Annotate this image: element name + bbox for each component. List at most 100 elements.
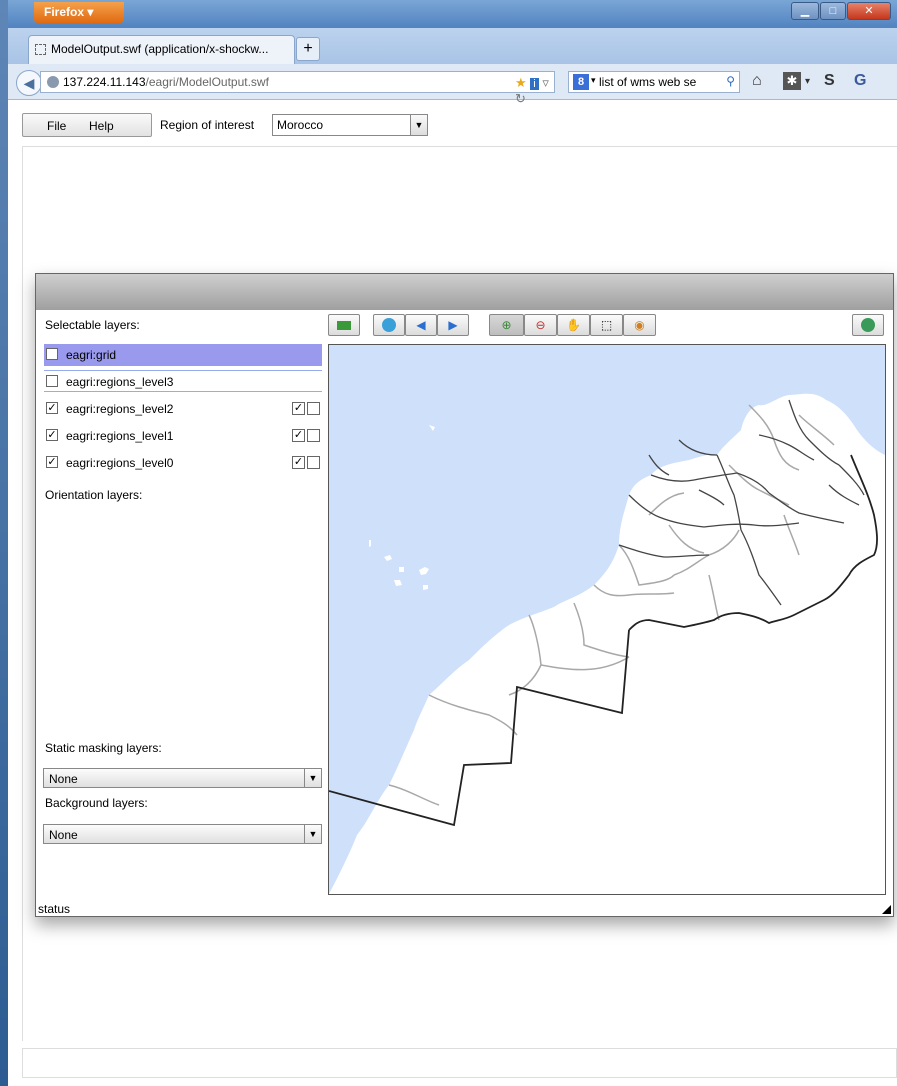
- pan-button[interactable]: ✋: [557, 314, 590, 336]
- static-masking-select[interactable]: None ▼: [43, 768, 322, 788]
- help-menu[interactable]: Help: [89, 119, 114, 133]
- select-button[interactable]: ⬚: [590, 314, 623, 336]
- close-button[interactable]: ✕: [847, 2, 891, 20]
- layer-row-regions-level0[interactable]: ✓ eagri:regions_level0 ✓: [44, 452, 322, 474]
- resize-handle[interactable]: [882, 905, 891, 914]
- option-checkbox[interactable]: ✓: [292, 402, 305, 415]
- layer-row-regions-level1[interactable]: ✓ eagri:regions_level1 ✓: [44, 425, 322, 447]
- panel-header[interactable]: [36, 274, 893, 310]
- background-layers-label: Background layers:: [45, 796, 148, 810]
- zoom-out-button[interactable]: ⊖: [524, 314, 557, 336]
- next-extent-button[interactable]: ▶: [437, 314, 469, 336]
- map-view[interactable]: [328, 344, 886, 895]
- identify-icon: ◉: [634, 318, 645, 332]
- page-icon: [35, 44, 46, 55]
- url-path: /eagri/ModelOutput.swf: [145, 75, 269, 89]
- morocco-map: [329, 345, 885, 894]
- map-panel: Selectable layers: eagri:grid eagri:regi…: [35, 273, 894, 917]
- layer-options: ✓: [292, 402, 322, 415]
- region-value: Morocco: [277, 118, 324, 132]
- gmail-addon-icon[interactable]: G: [854, 72, 866, 90]
- add-layer-button[interactable]: [852, 314, 884, 336]
- layer-options: ✓: [292, 456, 322, 469]
- tab-modeloutput[interactable]: ModelOutput.swf (application/x-shockw...: [28, 35, 295, 64]
- chevron-down-icon[interactable]: ▼: [304, 825, 321, 843]
- zoom-out-icon: ⊖: [535, 318, 546, 332]
- layers-button[interactable]: [328, 314, 360, 336]
- layer-name: eagri:regions_level2: [66, 402, 174, 416]
- google-icon[interactable]: 8: [573, 74, 589, 90]
- maximize-button[interactable]: □: [820, 2, 846, 20]
- file-menu[interactable]: File: [47, 119, 66, 133]
- chevron-down-icon[interactable]: ▼: [304, 769, 321, 787]
- full-extent-button[interactable]: [373, 314, 405, 336]
- hand-icon: ✋: [566, 318, 581, 332]
- select-pointer-icon: ⬚: [600, 318, 613, 332]
- navigation-bar: ◀ 137.224.11.143/eagri/ModelOutput.swf ★…: [8, 64, 897, 106]
- addon-dropdown-icon[interactable]: ▾: [805, 76, 810, 87]
- region-select[interactable]: Morocco ▼: [272, 114, 428, 136]
- new-tab-button[interactable]: +: [296, 37, 320, 61]
- globe-add-icon: [861, 318, 875, 332]
- layer-checkbox[interactable]: ✓: [46, 429, 58, 441]
- chevron-down-icon[interactable]: ▼: [410, 115, 427, 135]
- globe-icon: [382, 318, 396, 332]
- layer-checkbox[interactable]: [46, 348, 58, 360]
- info-icon[interactable]: i: [530, 78, 539, 90]
- option-checkbox[interactable]: [307, 429, 320, 442]
- layer-row-grid[interactable]: eagri:grid: [44, 344, 322, 366]
- option-checkbox[interactable]: ✓: [292, 456, 305, 469]
- search-engine-dropdown-icon[interactable]: ▾: [591, 75, 596, 86]
- back-arrow-icon: ◀: [23, 75, 35, 91]
- layer-name: eagri:grid: [66, 348, 117, 362]
- layer-name: eagri:regions_level3: [66, 375, 174, 389]
- addon-icon[interactable]: ✱: [783, 72, 801, 90]
- option-checkbox[interactable]: [307, 402, 320, 415]
- island: [369, 540, 371, 547]
- background-select[interactable]: None ▼: [43, 824, 322, 844]
- layer-checkbox[interactable]: [46, 375, 58, 387]
- status-bar: [22, 1048, 897, 1078]
- layer-checkbox[interactable]: ✓: [46, 456, 58, 468]
- firefox-menu-label: Firefox: [44, 5, 85, 19]
- reload-icon[interactable]: ↻: [515, 91, 526, 106]
- layer-row-regions-level2[interactable]: ✓ eagri:regions_level2 ✓: [44, 398, 322, 420]
- tab-strip: ModelOutput.swf (application/x-shockw...…: [8, 28, 897, 64]
- minimize-button[interactable]: ▁: [791, 2, 819, 20]
- layers-icon: [337, 321, 351, 330]
- dropdown-icon[interactable]: ▿: [542, 75, 549, 90]
- back-button[interactable]: ◀: [16, 70, 42, 96]
- s-addon-icon[interactable]: S: [824, 72, 835, 90]
- status-text: status: [38, 902, 71, 916]
- layer-name: eagri:regions_level0: [66, 456, 174, 470]
- previous-extent-button[interactable]: ◀: [405, 314, 437, 336]
- title-bar: Firefox ▾ ▁ □ ✕: [8, 0, 897, 28]
- layer-name: eagri:regions_level1: [66, 429, 174, 443]
- static-masking-value: None: [49, 772, 78, 786]
- firefox-menu-button[interactable]: Firefox ▾: [34, 2, 124, 23]
- layer-options: ✓: [292, 429, 322, 442]
- url-actions: ★ i ▿ ↻: [515, 75, 554, 107]
- site-identity-icon[interactable]: [47, 76, 59, 88]
- search-text: list of wms web se: [599, 75, 697, 89]
- home-icon[interactable]: ⌂: [752, 72, 762, 90]
- option-checkbox[interactable]: ✓: [292, 429, 305, 442]
- region-label: Region of interest: [160, 118, 255, 132]
- arrow-left-icon: ◀: [416, 318, 426, 332]
- option-checkbox[interactable]: [307, 456, 320, 469]
- search-bar[interactable]: 8 ▾ list of wms web se ⚲: [568, 71, 740, 93]
- layer-checkbox[interactable]: ✓: [46, 402, 58, 414]
- url-host: 137.224.11.143: [63, 75, 146, 89]
- background-value: None: [49, 828, 78, 842]
- selectable-layers-label: Selectable layers:: [45, 318, 140, 332]
- search-icon[interactable]: ⚲: [726, 74, 735, 88]
- tab-title: ModelOutput.swf (application/x-shockw...: [51, 42, 269, 56]
- identify-button[interactable]: ◉: [623, 314, 656, 336]
- arrow-right-icon: ▶: [448, 318, 458, 332]
- static-masking-label: Static masking layers:: [45, 741, 162, 755]
- url-bar[interactable]: 137.224.11.143/eagri/ModelOutput.swf ★ i…: [40, 71, 555, 106]
- menu-group: File Help: [22, 113, 152, 137]
- bookmark-star-icon[interactable]: ★: [515, 75, 527, 90]
- layer-row-regions-level3[interactable]: eagri:regions_level3: [44, 370, 322, 392]
- zoom-in-button[interactable]: ⊕: [489, 314, 524, 336]
